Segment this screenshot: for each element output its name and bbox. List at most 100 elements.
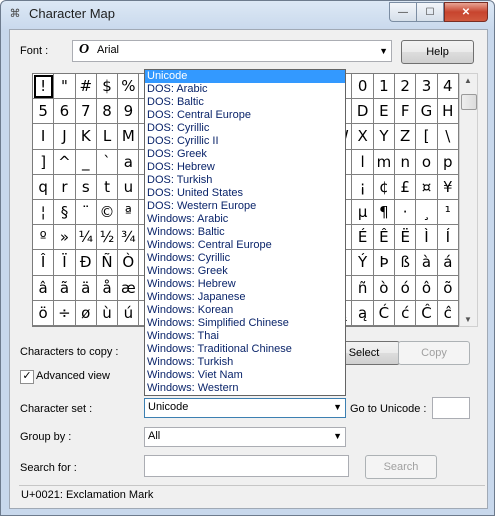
character-cell[interactable]: p <box>437 149 459 175</box>
character-cell[interactable]: Ê <box>373 225 396 251</box>
character-cell[interactable]: ù <box>96 300 119 326</box>
character-cell[interactable]: $ <box>96 74 119 100</box>
character-cell[interactable]: 6 <box>54 99 76 125</box>
character-cell[interactable]: 9 <box>118 99 140 125</box>
character-cell[interactable]: ĉ <box>437 300 459 326</box>
character-set-option[interactable]: Windows: Korean <box>145 304 345 317</box>
character-set-option[interactable]: DOS: Baltic <box>145 96 345 109</box>
character-cell[interactable]: Ñ <box>96 250 119 276</box>
character-cell[interactable]: µ <box>352 199 374 226</box>
character-cell[interactable]: 4 <box>437 74 459 100</box>
character-cell[interactable]: ¾ <box>118 225 140 251</box>
character-cell[interactable]: Y <box>373 124 396 150</box>
character-set-option[interactable]: Windows: Traditional Chinese <box>145 343 345 356</box>
character-set-option[interactable]: DOS: Western Europe <box>145 200 345 213</box>
character-set-option[interactable]: Windows: Simplified Chinese <box>145 317 345 330</box>
character-cell[interactable]: » <box>54 225 76 251</box>
character-cell[interactable]: á <box>437 250 459 276</box>
character-cell[interactable]: G <box>416 99 438 125</box>
character-cell[interactable]: ß <box>395 250 417 276</box>
character-cell[interactable]: 8 <box>96 99 119 125</box>
character-cell[interactable]: ó <box>395 275 417 301</box>
character-cell[interactable]: L <box>96 124 119 150</box>
character-set-option[interactable]: Windows: Cyrillic <box>145 252 345 265</box>
scroll-down-icon[interactable]: ▼ <box>464 315 472 324</box>
character-set-option[interactable]: DOS: Cyrillic II <box>145 135 345 148</box>
character-cell[interactable]: à <box>416 250 438 276</box>
font-select[interactable]: O Arial ▼ <box>72 40 392 62</box>
character-set-option[interactable]: Unicode <box>145 70 345 83</box>
character-cell[interactable]: " <box>54 74 76 100</box>
character-cell[interactable]: H <box>437 99 459 125</box>
character-set-option[interactable]: Windows: Hebrew <box>145 278 345 291</box>
character-cell[interactable]: ¦ <box>33 199 55 226</box>
close-button[interactable]: ✕ <box>444 2 488 22</box>
search-button[interactable]: Search <box>365 455 437 479</box>
character-cell[interactable]: Ć <box>373 300 396 326</box>
character-cell[interactable]: ^ <box>54 149 76 175</box>
character-cell[interactable]: æ <box>118 275 140 301</box>
character-cell[interactable]: Ë <box>395 225 417 251</box>
character-cell[interactable]: X <box>352 124 374 150</box>
character-set-option[interactable]: Windows: Central Europe <box>145 239 345 252</box>
character-cell[interactable]: u <box>118 174 140 200</box>
character-cell[interactable]: ¢ <box>373 174 396 200</box>
character-cell[interactable]: · <box>395 199 417 226</box>
character-cell[interactable]: Ý <box>352 250 374 276</box>
character-cell[interactable]: º <box>33 225 55 251</box>
character-cell[interactable]: Ì <box>416 225 438 251</box>
character-cell[interactable]: É <box>352 225 374 251</box>
character-set-option[interactable]: DOS: Cyrillic <box>145 122 345 135</box>
character-cell[interactable]: Þ <box>373 250 396 276</box>
character-cell[interactable]: ½ <box>96 225 119 251</box>
character-cell[interactable]: å <box>96 275 119 301</box>
character-set-option[interactable]: Windows: Japanese <box>145 291 345 304</box>
minimize-button[interactable]: — <box>389 2 416 22</box>
character-cell[interactable]: ô <box>416 275 438 301</box>
character-set-option[interactable]: DOS: Turkish <box>145 174 345 187</box>
character-cell[interactable]: a <box>118 149 140 175</box>
character-cell[interactable]: 1 <box>373 74 396 100</box>
title-bar[interactable]: ⌘ Character Map — ☐ ✕ <box>1 1 494 27</box>
character-cell[interactable]: Ð <box>75 250 97 276</box>
character-cell[interactable]: q <box>33 174 55 200</box>
character-cell[interactable]: ¼ <box>75 225 97 251</box>
character-cell[interactable]: £ <box>395 174 417 200</box>
character-cell[interactable]: Ï <box>54 250 76 276</box>
character-cell[interactable]: l <box>352 149 374 175</box>
character-cell[interactable]: â <box>33 275 55 301</box>
character-cell[interactable]: ñ <box>352 275 374 301</box>
search-input[interactable] <box>144 455 349 477</box>
character-cell[interactable]: ÷ <box>54 300 76 326</box>
character-cell[interactable]: 3 <box>416 74 438 100</box>
scroll-up-icon[interactable]: ▲ <box>464 76 472 85</box>
character-cell[interactable]: M <box>118 124 140 150</box>
character-cell[interactable]: ä <box>75 275 97 301</box>
copy-button[interactable]: Copy <box>398 341 470 365</box>
character-cell[interactable]: 5 <box>33 99 55 125</box>
character-cell[interactable]: ¶ <box>373 199 396 226</box>
character-cell[interactable]: Ĉ <box>416 300 438 326</box>
character-cell[interactable]: K <box>75 124 97 150</box>
scroll-thumb[interactable] <box>461 94 477 110</box>
group-by-select[interactable]: All ▼ <box>144 427 346 447</box>
character-cell[interactable]: r <box>54 174 76 200</box>
character-cell[interactable]: \ <box>437 124 459 150</box>
maximize-button[interactable]: ☐ <box>416 2 444 22</box>
character-set-option[interactable]: Windows: Thai <box>145 330 345 343</box>
character-cell[interactable]: 0 <box>352 74 374 100</box>
character-cell[interactable]: ¥ <box>437 174 459 200</box>
character-set-option[interactable]: Windows: Baltic <box>145 226 345 239</box>
character-cell[interactable]: s <box>75 174 97 200</box>
character-cell[interactable]: m <box>373 149 396 175</box>
character-set-option[interactable]: DOS: Central Europe <box>145 109 345 122</box>
character-cell[interactable]: J <box>54 124 76 150</box>
character-cell[interactable]: t <box>96 174 119 200</box>
character-cell[interactable]: [ <box>416 124 438 150</box>
character-cell[interactable]: ] <box>33 149 55 175</box>
character-set-option[interactable]: Windows: Greek <box>145 265 345 278</box>
character-cell[interactable]: § <box>54 199 76 226</box>
character-cell[interactable]: % <box>118 74 140 100</box>
character-set-option[interactable]: Windows: Turkish <box>145 356 345 369</box>
character-cell[interactable]: E <box>373 99 396 125</box>
